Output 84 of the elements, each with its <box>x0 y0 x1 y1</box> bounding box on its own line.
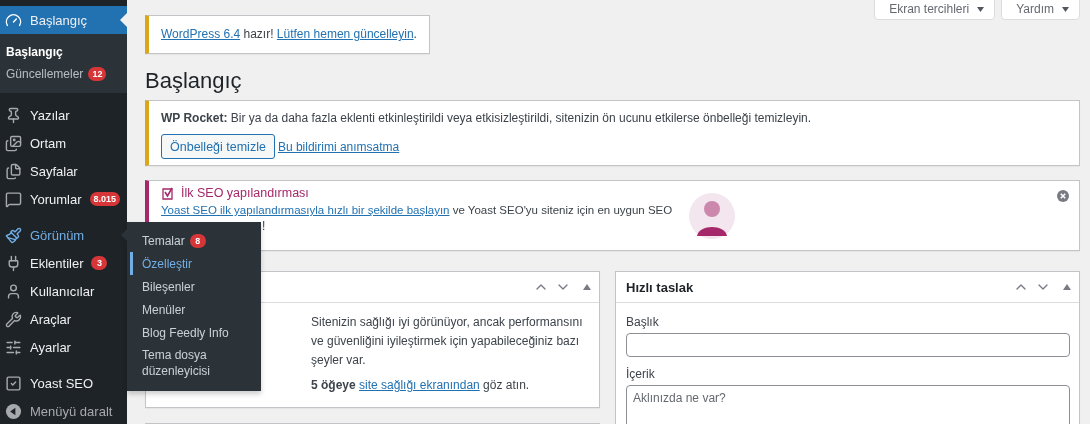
dismiss-link[interactable]: Bu bildirimi anımsatma <box>277 139 400 154</box>
user-icon <box>5 282 22 300</box>
count-badge: 12 <box>88 67 107 81</box>
menu-label: Menüyü daralt <box>30 403 113 419</box>
submenu-item[interactable]: Başlangıç <box>0 41 127 63</box>
menu-label: Yoast SEO <box>30 375 94 391</box>
menu-label: Yorumlar <box>30 191 82 207</box>
submenu-label: Tema dosya düzenleyicisi <box>142 347 212 379</box>
submenu-item[interactable]: Tema dosya düzenleyicisi <box>130 344 261 382</box>
sidebar-menu-item[interactable]: Görünüm <box>0 221 127 249</box>
menu-label: Sayfalar <box>30 163 78 179</box>
content-textarea[interactable]: Aklınızda ne var? <box>626 385 1070 424</box>
sidebar-menu-item[interactable]: Sayfalar <box>0 157 127 185</box>
triangle-up-icon <box>1063 284 1071 290</box>
paintbrush-icon <box>5 226 22 244</box>
menu-label: Görünüm <box>30 227 85 243</box>
menu-label: Başlangıç <box>30 12 88 28</box>
widget-title: Hızlı taslak <box>626 279 695 295</box>
count-badge: 8 <box>189 233 206 248</box>
submenu-label: Blog Feedly Info <box>142 324 229 341</box>
menu-label: Eklentiler <box>30 255 84 271</box>
dropdown-triangle-icon <box>1062 6 1069 12</box>
sidebar-menu-item[interactable]: Ayarlar <box>0 333 127 361</box>
submenu-item[interactable]: Blog Feedly Info <box>130 321 261 344</box>
avatar-silhouette-icon <box>688 192 737 240</box>
sidebar-menu-item[interactable]: Yazılar <box>0 101 127 129</box>
submenu-label: Bileşenler <box>142 278 195 295</box>
sidebar-menu-item[interactable]: Başlangıç <box>0 6 127 34</box>
submenu-label: Menüler <box>142 301 186 318</box>
collapse-toggle-button[interactable] <box>583 284 591 290</box>
collapse-menu-button[interactable]: Menüyü daralt <box>0 397 127 424</box>
text-link[interactable]: WordPress 6.4 <box>161 27 241 41</box>
clear-cache-button[interactable]: Önbelleği temizle <box>161 134 275 159</box>
menu-label: Ortam <box>30 135 67 151</box>
field-label: Başlık <box>626 315 660 329</box>
submenu-label: Başlangıç <box>6 45 63 59</box>
wrench-icon <box>5 310 22 328</box>
submenu-item[interactable]: Bileşenler <box>130 275 261 298</box>
submenu-label: Güncellemeler <box>6 67 84 81</box>
health-message: Sitenizin sağlığı iyi görünüyor, ancak performansını ve güvenliğini iyileştirmek için yapabileceğiniz bazı şeyler var. <box>311 314 584 369</box>
notice-message-tail: ! <box>262 218 266 234</box>
checkmark-logo-icon <box>161 186 175 201</box>
sidebar-menu-item[interactable]: Ortam <box>0 129 127 157</box>
submenu-label: Temalar <box>142 232 185 249</box>
submenu-label: Özelleştir <box>142 255 192 272</box>
sidebar-menu-item[interactable]: Yorumlar 8.015 <box>0 185 127 213</box>
sidebar-menu-item[interactable]: Yoast SEO <box>0 369 127 397</box>
collapse-toggle-button[interactable] <box>1063 284 1071 290</box>
sidebar-menu-item[interactable]: Araçlar <box>0 305 127 333</box>
screen-meta-button[interactable]: Yardım <box>1001 0 1080 20</box>
notice-message: WP Rocket: Bir ya da daha fazla eklenti etkinleştirildi veya etkisizleştirildi, sitenizin ön ucunu etkilerse önbelleği temizleyin. <box>161 110 813 127</box>
dashboard-gauge-icon <box>5 11 22 29</box>
close-icon[interactable] <box>1057 190 1069 202</box>
menu-label: Araçlar <box>30 311 72 327</box>
page-title: Başlangıç <box>145 67 243 95</box>
dropdown-triangle-icon <box>977 6 985 12</box>
health-hint: 5 öğeye site sağlığı ekranından göz atın. <box>311 377 531 394</box>
pin-icon <box>5 106 22 124</box>
text-link[interactable]: Yoast SEO ilk yapılandırmasıyla hızlı bir şekilde başlayın <box>161 204 450 216</box>
submenu-item[interactable]: Güncellemeler 12 <box>0 63 127 85</box>
update-notice-text: WordPress 6.4 hazır! Lütfen hemen güncelleyin. <box>161 26 417 43</box>
count-badge: 3 <box>91 256 108 270</box>
menu-label: Yazılar <box>30 107 70 123</box>
text-link[interactable]: site sağlığı ekranından <box>359 378 480 392</box>
collapse-icon <box>5 402 22 420</box>
sidebar-menu-item[interactable]: Eklentiler 3 <box>0 249 127 277</box>
count-badge: 8.015 <box>89 192 121 206</box>
title-input[interactable] <box>626 333 1070 357</box>
menu-label: Kullanıcılar <box>30 283 95 299</box>
sidebar-menu-item[interactable]: Kullanıcılar <box>0 277 127 305</box>
pages-icon <box>5 162 22 180</box>
notice-message: Yoast SEO ilk yapılandırmasıyla hızlı bir şekilde başlayın ve Yoast SEO'yu siteniz için en uygun SEO <box>161 203 673 218</box>
menu-label: Ayarlar <box>30 339 71 355</box>
submenu-item[interactable]: Menüler <box>130 298 261 321</box>
comment-icon <box>5 190 22 208</box>
checkbox-icon <box>5 374 22 392</box>
sliders-icon <box>5 338 22 356</box>
submenu-item[interactable]: Temalar 8 <box>130 229 261 252</box>
field-label: İçerik <box>626 367 656 381</box>
notice-title: İlk SEO yapılandırması <box>181 186 309 201</box>
text-link[interactable]: Lütfen hemen güncelleyin <box>276 27 414 41</box>
triangle-up-icon <box>583 284 591 290</box>
images-icon <box>5 134 22 152</box>
screen-meta-button[interactable]: Ekran tercihleri <box>874 0 996 20</box>
